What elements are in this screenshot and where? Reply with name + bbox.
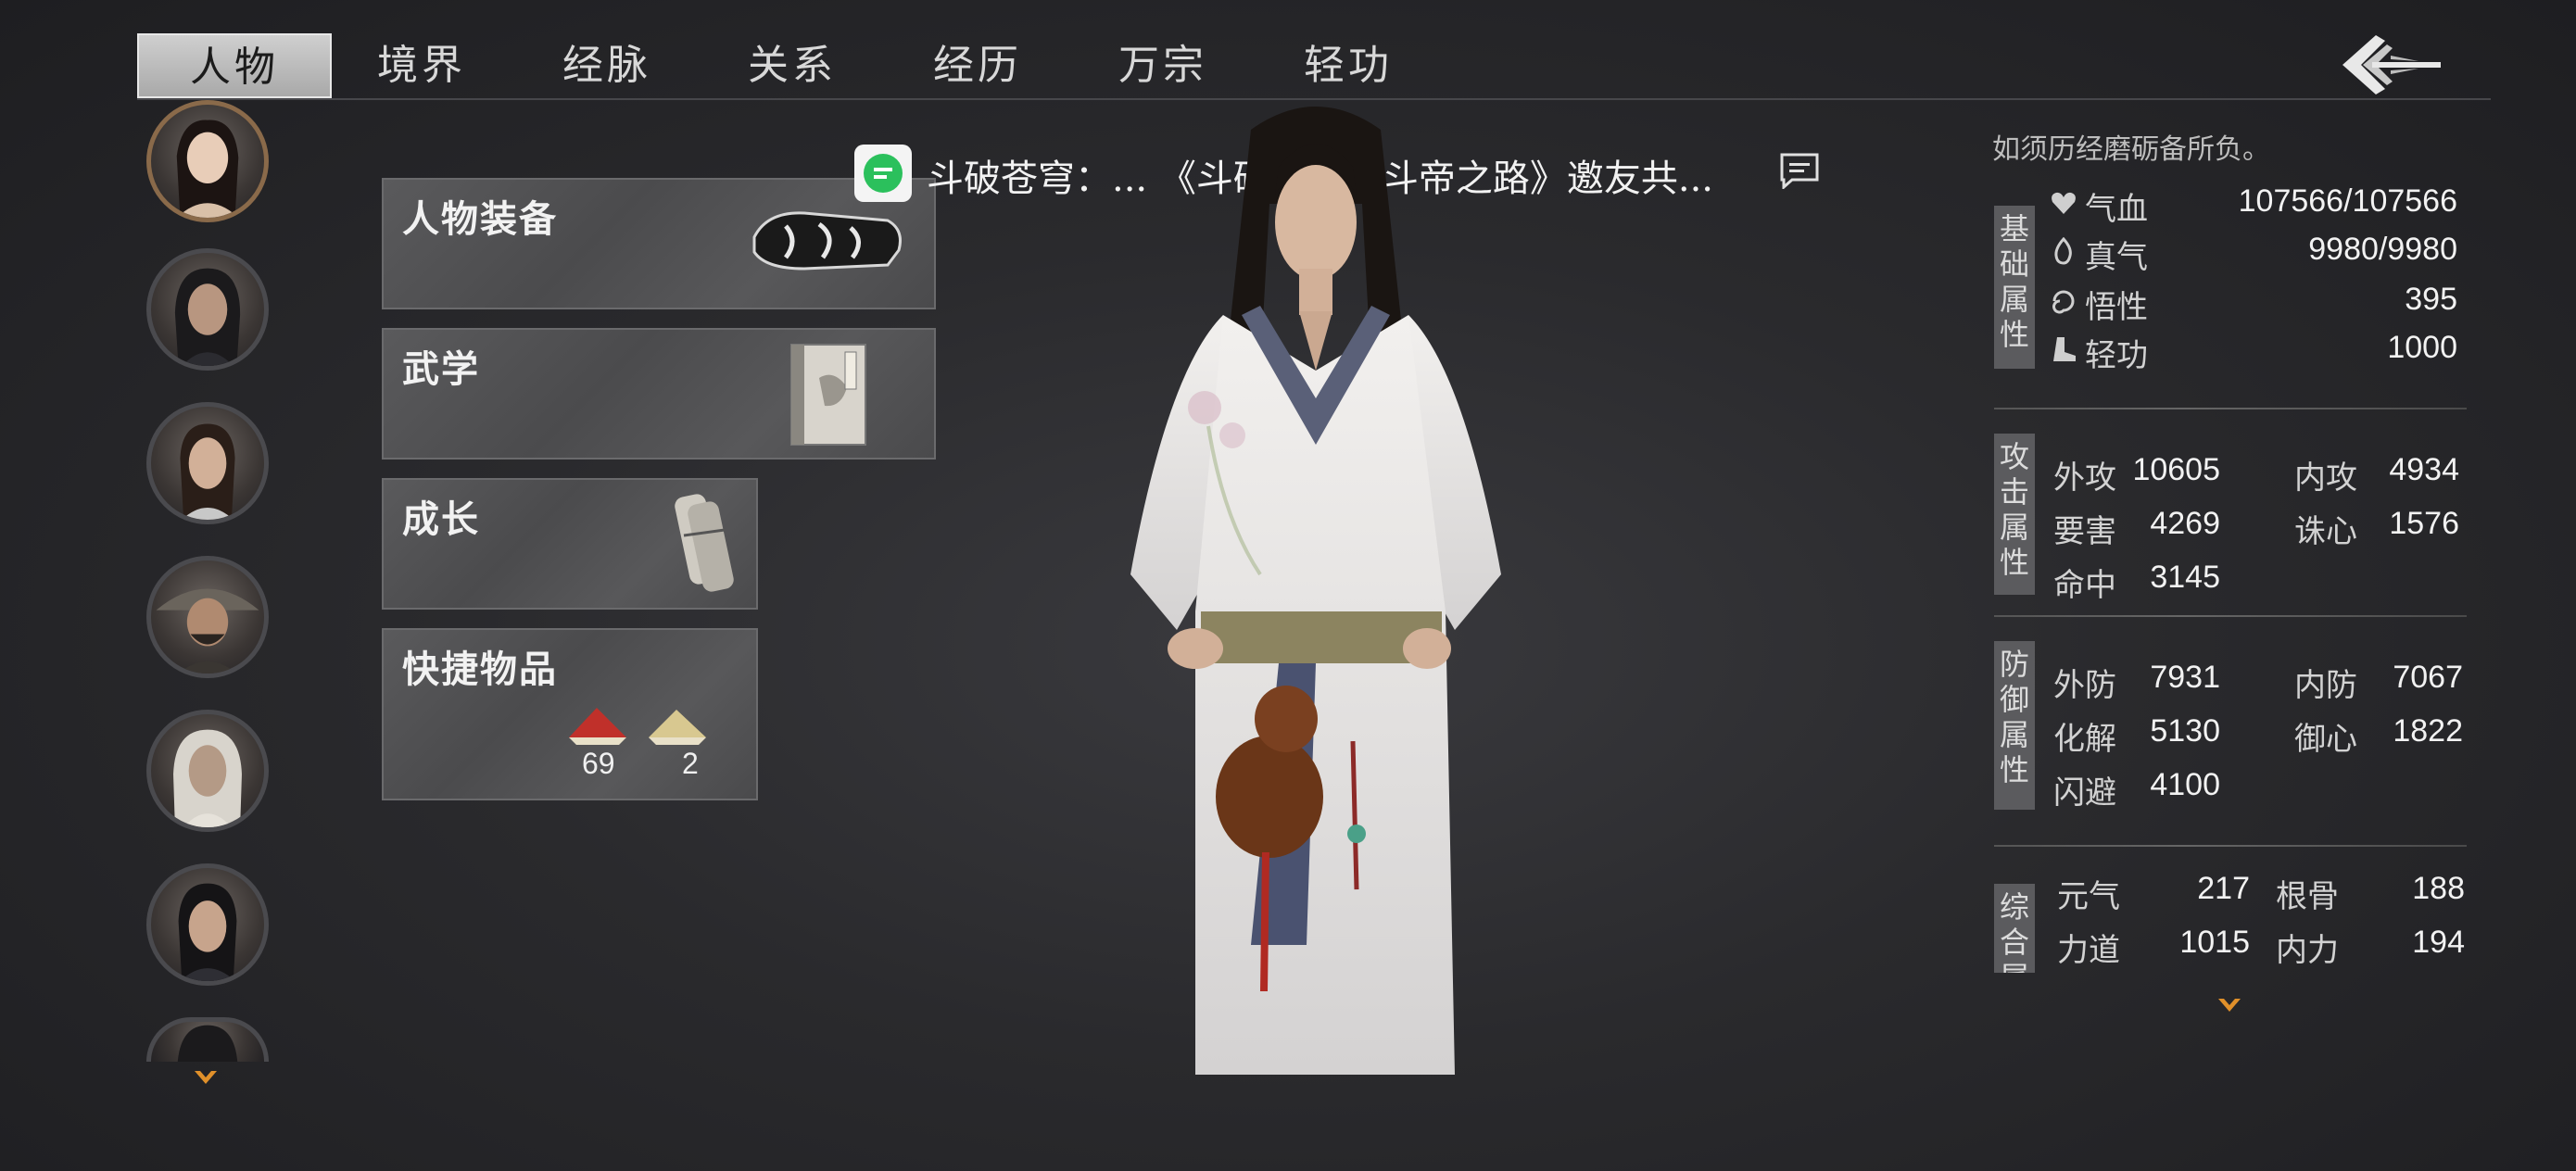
qi-label: 真气 [2085, 239, 2148, 276]
chat-bubble-icon[interactable] [1779, 152, 1820, 191]
growth-panel[interactable]: 成长 [382, 478, 758, 610]
inner-power-label: 内力 [2276, 932, 2339, 969]
growth-label: 成长 [402, 497, 480, 541]
quick-items-label: 快捷物品 [402, 648, 558, 691]
equipment-label: 人物装备 [402, 197, 558, 241]
qi-value: 9980/9980 [2308, 232, 2457, 267]
dissolve-value: 5130 [2150, 713, 2220, 749]
swirl-icon [2052, 290, 2075, 314]
hp-value: 107566/107566 [2238, 183, 2457, 219]
dodge-label: 闪避 [2053, 774, 2116, 812]
flame-icon [2054, 237, 2072, 265]
hit-label: 命中 [2053, 567, 2116, 604]
quick-items-panel[interactable]: 快捷物品 69 2 [382, 628, 758, 800]
bone-value: 188 [2412, 871, 2465, 906]
stats-divider [1994, 408, 2467, 409]
ext-atk-label: 外攻 [2053, 460, 2116, 497]
int-def-value: 7067 [2393, 660, 2463, 695]
yellow-powder-icon[interactable] [645, 704, 710, 747]
red-powder-count: 69 [582, 747, 615, 780]
avatar-character-3[interactable] [146, 402, 269, 524]
qinggong-label: 轻功 [2085, 337, 2148, 374]
scroll-bundle-icon [675, 494, 734, 592]
boot-icon [2053, 337, 2076, 361]
yellow-powder-count: 2 [682, 747, 699, 780]
inner-power-value: 194 [2412, 925, 2465, 960]
qinggong-value: 1000 [2387, 330, 2457, 365]
strength-label: 力道 [2057, 932, 2120, 969]
ext-def-value: 7931 [2150, 660, 2220, 695]
character-model[interactable] [1038, 93, 1594, 1102]
tab-sects[interactable]: 万宗 [1084, 33, 1242, 98]
int-atk-value: 4934 [2389, 452, 2459, 487]
ext-atk-value: 10605 [2132, 452, 2220, 487]
top-tab-bar: 人物 境界 经脉 关系 经历 万宗 轻功 [0, 0, 2576, 102]
avatar-character-1[interactable] [146, 100, 269, 222]
avatar-character-5[interactable] [146, 710, 269, 832]
guard-label: 御心 [2294, 721, 2357, 758]
red-powder-icon[interactable] [565, 704, 630, 747]
wisdom-label: 悟性 [2085, 289, 2148, 326]
avatar-character-2[interactable] [146, 248, 269, 371]
heart-strike-label: 诛心 [2294, 513, 2357, 550]
vitality-value: 217 [2197, 871, 2250, 906]
avatar-character-7[interactable] [146, 1017, 269, 1062]
avatar-character-4[interactable] [146, 556, 269, 678]
stats-divider [1994, 615, 2467, 617]
bone-label: 根骨 [2276, 878, 2339, 915]
section-tag-attack: 攻击属性 [1994, 434, 2035, 595]
vital-value: 4269 [2150, 506, 2220, 541]
martial-arts-panel[interactable]: 武学 [382, 328, 936, 460]
back-arrow-icon[interactable] [2335, 28, 2446, 102]
int-atk-label: 内攻 [2294, 460, 2357, 497]
martial-arts-label: 武学 [402, 347, 480, 391]
hp-label: 气血 [2085, 191, 2148, 228]
section-tag-general: 综合属 [1994, 884, 2035, 973]
scroll-down-arrow-icon[interactable] [2216, 995, 2242, 1015]
dodge-value: 4100 [2150, 767, 2220, 802]
int-def-label: 内防 [2294, 667, 2357, 704]
vitality-label: 元气 [2057, 878, 2120, 915]
wisdom-value: 395 [2405, 282, 2457, 317]
dissolve-label: 化解 [2053, 721, 2116, 758]
tab-meridians[interactable]: 经脉 [528, 33, 686, 98]
scroll-down-arrow-icon[interactable] [193, 1067, 219, 1088]
hit-value: 3145 [2150, 560, 2220, 595]
heart-strike-value: 1576 [2389, 506, 2459, 541]
tab-character[interactable]: 人物 [137, 33, 332, 98]
manual-book-icon [790, 344, 866, 446]
section-tag-basic: 基础属性 [1994, 206, 2035, 369]
tab-qinggong[interactable]: 轻功 [1269, 33, 1427, 98]
equipment-panel[interactable]: 人物装备 [382, 178, 936, 309]
guard-value: 1822 [2393, 713, 2463, 749]
tab-realm[interactable]: 境界 [343, 33, 500, 98]
tab-relations[interactable]: 关系 [713, 33, 871, 98]
ext-def-label: 外防 [2053, 667, 2116, 704]
stats-header-text: 如须历经磨砺备所负。 [1992, 133, 2270, 165]
bracer-icon [752, 211, 902, 271]
stats-divider [1994, 845, 2467, 847]
avatar-character-6[interactable] [146, 863, 269, 986]
vital-label: 要害 [2053, 513, 2116, 550]
heart-icon [2052, 192, 2076, 214]
chat-app-icon[interactable] [854, 145, 912, 202]
section-tag-defense: 防御属性 [1994, 641, 2035, 810]
tab-experience[interactable]: 经历 [899, 33, 1056, 98]
strength-value: 1015 [2179, 925, 2250, 960]
